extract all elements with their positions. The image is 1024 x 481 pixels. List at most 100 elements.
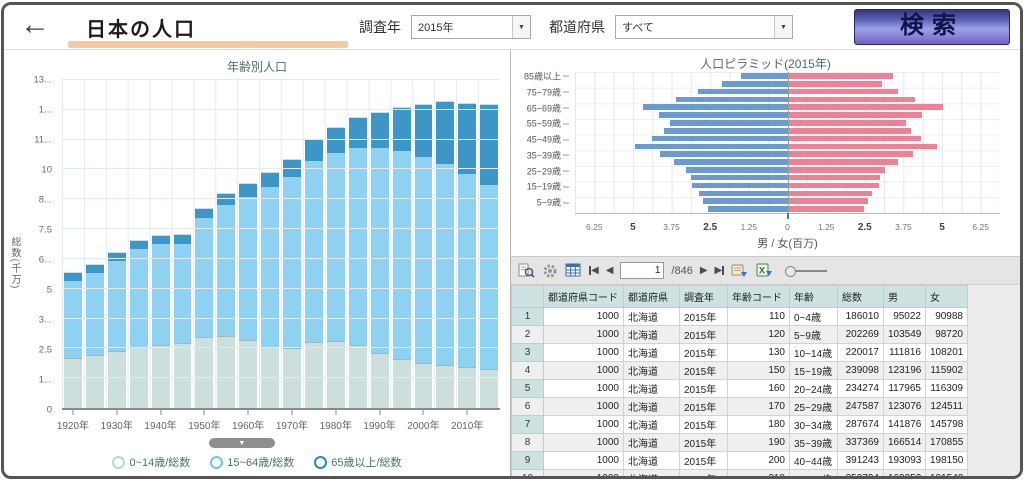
bar-segment[interactable] <box>239 340 257 408</box>
bar-segment[interactable] <box>371 148 389 353</box>
male-bar[interactable] <box>691 175 787 181</box>
grid-view-icon[interactable] <box>565 263 582 278</box>
bar-segment[interactable] <box>458 367 476 408</box>
bar-segment[interactable] <box>436 101 454 164</box>
bar-segment[interactable] <box>64 272 82 280</box>
stacked-bar[interactable] <box>434 80 456 408</box>
male-bar[interactable] <box>643 104 787 110</box>
male-bar[interactable] <box>699 191 788 197</box>
female-bar[interactable] <box>788 206 864 212</box>
column-header[interactable]: 調査年 <box>680 286 728 308</box>
bar-segment[interactable] <box>261 172 279 188</box>
bar-segment[interactable] <box>436 164 454 365</box>
page-number-input[interactable] <box>620 262 664 279</box>
column-header[interactable]: 年齢コード <box>728 286 790 308</box>
female-bar[interactable] <box>788 89 899 95</box>
female-bar[interactable] <box>788 159 899 165</box>
female-bar[interactable] <box>788 120 907 126</box>
table-row[interactable]: 41000北海道2015年15015~19歳239098123196115902 <box>512 362 968 380</box>
last-page-icon[interactable]: ▶ <box>715 265 725 276</box>
stacked-bar[interactable] <box>128 80 150 408</box>
female-bar[interactable] <box>788 183 879 189</box>
bar-segment[interactable] <box>349 117 367 148</box>
male-bar[interactable] <box>676 97 788 103</box>
bar-segment[interactable] <box>393 151 411 359</box>
male-bar[interactable] <box>635 144 788 150</box>
female-bar[interactable] <box>788 198 868 204</box>
male-bar[interactable] <box>692 183 788 189</box>
bar-segment[interactable] <box>283 177 301 348</box>
bar-segment[interactable] <box>480 185 498 369</box>
bar-segment[interactable] <box>393 107 411 152</box>
column-header[interactable]: 総数 <box>838 286 884 308</box>
male-bar[interactable] <box>664 128 788 134</box>
table-row[interactable]: 51000北海道2015年16020~24歳234274117965116309 <box>512 380 968 398</box>
legend-item[interactable]: 15~64歳/総数 <box>210 454 294 470</box>
bar-segment[interactable] <box>415 104 433 157</box>
male-bar[interactable] <box>670 120 787 126</box>
export-excel-icon[interactable]: X <box>756 263 774 278</box>
bar-segment[interactable] <box>174 234 192 244</box>
female-bar[interactable] <box>788 81 882 87</box>
stacked-bar[interactable] <box>215 80 237 408</box>
female-bar[interactable] <box>788 167 886 173</box>
chevron-down-icon[interactable]: ▼ <box>774 16 792 38</box>
bar-segment[interactable] <box>86 355 104 408</box>
table-row[interactable]: 101000北海道2015年21045~49歳35079416925218154… <box>512 470 968 477</box>
male-bar[interactable] <box>674 159 787 165</box>
prefecture-select[interactable]: すべて ▼ <box>615 15 793 39</box>
female-bar[interactable] <box>788 73 894 79</box>
bar-segment[interactable] <box>415 157 433 363</box>
bar-segment[interactable] <box>130 249 148 347</box>
settings-gear-icon[interactable] <box>542 263 558 279</box>
prev-page-icon[interactable]: ◀ <box>606 265 614 276</box>
bar-segment[interactable] <box>108 252 126 260</box>
female-bar[interactable] <box>788 104 943 110</box>
stacked-bar[interactable] <box>325 80 347 408</box>
female-bar[interactable] <box>788 128 911 134</box>
column-header[interactable]: 女 <box>926 286 968 308</box>
bar-segment[interactable] <box>458 174 476 367</box>
bar-segment[interactable] <box>174 343 192 408</box>
zoom-slider[interactable] <box>781 270 827 272</box>
bar-segment[interactable] <box>64 358 82 408</box>
bar-segment[interactable] <box>217 205 235 335</box>
back-arrow-icon[interactable]: ← <box>20 10 50 40</box>
bar-segment[interactable] <box>415 363 433 408</box>
stacked-bar[interactable] <box>106 80 128 408</box>
table-row[interactable]: 91000北海道2015年20040~44歳391243193093198150 <box>512 452 968 470</box>
female-bar[interactable] <box>788 191 872 197</box>
table-row[interactable]: 61000北海道2015年17025~29歳247587123076124511 <box>512 398 968 416</box>
column-header[interactable]: 男 <box>884 286 926 308</box>
male-bar[interactable] <box>741 73 787 79</box>
bar-segment[interactable] <box>480 104 498 185</box>
female-bar[interactable] <box>788 144 938 150</box>
stacked-bar[interactable] <box>303 80 325 408</box>
chevron-down-icon[interactable]: ▼ <box>512 16 530 38</box>
stacked-bar[interactable] <box>391 80 413 408</box>
stacked-bar[interactable] <box>62 80 84 408</box>
search-preview-icon[interactable] <box>518 263 535 279</box>
stacked-bar[interactable] <box>478 80 500 408</box>
export-report-icon[interactable] <box>731 263 749 278</box>
male-bar[interactable] <box>686 167 787 173</box>
stacked-bar[interactable] <box>172 80 194 408</box>
bar-segment[interactable] <box>195 208 213 219</box>
axis-range-handle[interactable]: ▼ <box>209 438 275 448</box>
column-header[interactable]: 都道府県コード <box>544 286 624 308</box>
stacked-bar[interactable] <box>281 80 303 408</box>
bar-segment[interactable] <box>305 139 323 161</box>
first-page-icon[interactable]: ◀ <box>589 265 599 276</box>
bar-segment[interactable] <box>371 112 389 149</box>
bar-segment[interactable] <box>371 353 389 408</box>
bar-segment[interactable] <box>436 365 454 408</box>
legend-item[interactable]: 0~14歳/総数 <box>112 454 190 470</box>
bar-segment[interactable] <box>480 369 498 408</box>
stacked-bar[interactable] <box>150 80 172 408</box>
column-header[interactable]: 年齢 <box>790 286 838 308</box>
bar-segment[interactable] <box>86 273 104 356</box>
bar-segment[interactable] <box>305 161 323 342</box>
table-row[interactable]: 31000北海道2015年13010~14歳220017111816108201 <box>512 344 968 362</box>
bar-segment[interactable] <box>86 264 104 272</box>
stacked-bar[interactable] <box>413 80 435 408</box>
